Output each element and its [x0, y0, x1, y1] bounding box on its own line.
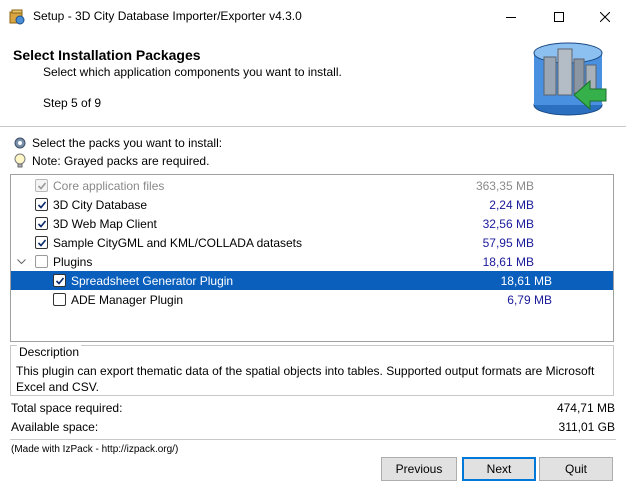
pack-list[interactable]: Core application files 363,35 MB 3D City… — [10, 174, 614, 342]
page-title: Select Installation Packages — [13, 47, 201, 63]
pack-size: 18,61 MB — [500, 273, 552, 288]
pack-checkbox-samples[interactable] — [35, 236, 48, 249]
maximize-icon — [554, 11, 564, 22]
pack-name: ADE Manager Plugin — [71, 292, 184, 307]
lightbulb-icon — [12, 153, 28, 169]
footer-separator — [10, 439, 616, 440]
pack-row-core: Core application files 363,35 MB — [11, 176, 613, 195]
pack-row-spreadsheet[interactable]: Spreadsheet Generator Plugin 18,61 MB — [11, 271, 613, 290]
description-text: This plugin can export thematic data of … — [16, 364, 595, 394]
available-space-value: 311,01 GB — [558, 420, 615, 434]
maximize-button[interactable] — [536, 0, 582, 33]
page-subtitle: Select which application components you … — [43, 65, 342, 79]
pack-size: 363,35 MB — [475, 178, 534, 193]
select-packs-text: Select the packs you want to install: — [32, 136, 223, 150]
pack-size: 57,95 MB — [482, 235, 534, 250]
pack-row-webmap[interactable]: 3D Web Map Client 32,56 MB — [11, 214, 613, 233]
setup-app-icon — [9, 9, 25, 25]
total-space-label: Total space required: — [11, 401, 123, 415]
total-space-value: 474,71 MB — [556, 401, 615, 415]
window-title: Setup - 3D City Database Importer/Export… — [33, 9, 302, 23]
pack-size: 2,24 MB — [489, 197, 534, 212]
available-space-label: Available space: — [11, 420, 99, 434]
description-legend: Description — [17, 345, 82, 359]
3dcitydb-logo — [528, 37, 614, 117]
izpack-credit: (Made with IzPack - http://izpack.org/) — [11, 444, 179, 455]
pack-checkbox-spreadsheet[interactable] — [53, 274, 66, 287]
pack-name: Core application files — [53, 178, 165, 193]
header-separator — [0, 126, 626, 127]
pack-name: Sample CityGML and KML/COLLADA datasets — [53, 235, 302, 250]
close-button[interactable] — [582, 0, 626, 33]
note-line: Note: Grayed packs are required. — [12, 153, 209, 169]
description-box: Description This plugin can export thema… — [10, 345, 614, 396]
pack-row-samples[interactable]: Sample CityGML and KML/COLLADA datasets … — [11, 233, 613, 252]
gear-icon — [12, 135, 28, 151]
pack-row-plugins[interactable]: Plugins 18,61 MB — [11, 252, 613, 271]
close-icon — [600, 11, 610, 22]
pack-size: 6,79 MB — [507, 292, 552, 307]
minimize-button[interactable] — [488, 0, 534, 33]
pack-checkbox-3dcitydb[interactable] — [35, 198, 48, 211]
pack-name: 3D Web Map Client — [53, 216, 157, 231]
pack-checkbox-core — [35, 179, 48, 192]
note-text: Note: Grayed packs are required. — [32, 154, 210, 168]
minimize-icon — [506, 12, 516, 22]
select-packs-line: Select the packs you want to install: — [12, 135, 222, 151]
pack-name: 3D City Database — [53, 197, 148, 212]
pack-name: Spreadsheet Generator Plugin — [71, 273, 234, 288]
chevron-down-icon[interactable] — [15, 252, 27, 271]
pack-checkbox-webmap[interactable] — [35, 217, 48, 230]
pack-checkbox-plugins[interactable] — [35, 255, 48, 268]
pack-checkbox-ade-manager[interactable] — [53, 293, 66, 306]
title-bar: Setup - 3D City Database Importer/Export… — [0, 0, 626, 33]
previous-button[interactable]: Previous — [381, 457, 457, 481]
step-indicator: Step 5 of 9 — [43, 96, 102, 110]
quit-button[interactable]: Quit — [539, 457, 613, 481]
pack-row-ade-manager[interactable]: ADE Manager Plugin 6,79 MB — [11, 290, 613, 309]
page-header: Select Installation Packages Select whic… — [0, 33, 626, 126]
pack-name: Plugins — [53, 254, 93, 269]
next-button[interactable]: Next — [462, 457, 536, 481]
pack-size: 18,61 MB — [482, 254, 534, 269]
pack-size: 32,56 MB — [482, 216, 534, 231]
pack-row-3dcitydb[interactable]: 3D City Database 2,24 MB — [11, 195, 613, 214]
